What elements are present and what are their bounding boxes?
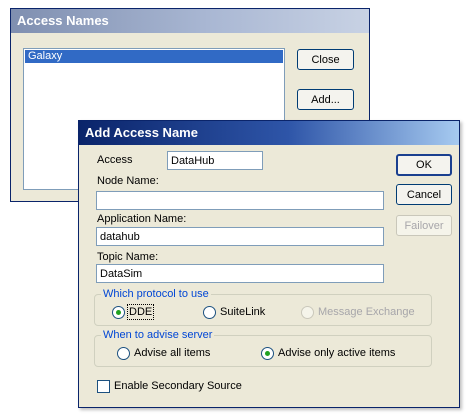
secondary-source-checkbox[interactable]	[97, 380, 110, 393]
access-field[interactable]: DataHub	[167, 151, 263, 170]
add-button[interactable]: Add...	[297, 89, 354, 110]
failover-button[interactable]: Failover	[396, 215, 452, 236]
protocol-group: Which protocol to use DDE SuiteLink Mess…	[94, 288, 432, 326]
advise-group: When to advise server Advise all items A…	[94, 329, 432, 367]
cancel-button[interactable]: Cancel	[396, 184, 452, 205]
dde-label[interactable]: DDE	[126, 304, 155, 320]
access-names-title: Access Names	[17, 13, 109, 28]
topic-name-label: Topic Name:	[97, 251, 159, 263]
access-label: Access	[97, 154, 133, 166]
node-name-field[interactable]	[96, 191, 384, 210]
advise-all-label[interactable]: Advise all items	[134, 347, 210, 359]
access-names-titlebar[interactable]: Access Names	[11, 9, 369, 33]
message-exchange-label[interactable]: Message Exchange	[318, 306, 415, 318]
list-item-label: Galaxy	[28, 50, 63, 62]
add-access-name-title: Add Access Name	[85, 125, 198, 140]
add-access-name-titlebar[interactable]: Add Access Name	[79, 121, 459, 145]
node-name-label: Node Name:	[97, 175, 159, 187]
list-item[interactable]: Galaxy	[25, 50, 283, 63]
close-button[interactable]: Close	[297, 49, 354, 70]
application-name-field[interactable]: datahub	[96, 227, 384, 246]
topic-name-field[interactable]: DataSim	[96, 264, 384, 283]
add-access-name-dialog: Add Access Name Access DataHub Node Name…	[78, 120, 460, 408]
suitelink-radio[interactable]	[203, 306, 216, 319]
advise-active-label[interactable]: Advise only active items	[278, 347, 395, 359]
advise-active-radio[interactable]	[261, 347, 274, 360]
dde-radio[interactable]	[112, 306, 125, 319]
application-name-label: Application Name:	[97, 213, 187, 225]
protocol-legend: Which protocol to use	[101, 288, 211, 300]
suitelink-label[interactable]: SuiteLink	[220, 306, 265, 318]
advise-all-radio[interactable]	[117, 347, 130, 360]
ok-button[interactable]: OK	[396, 154, 452, 176]
secondary-source-label[interactable]: Enable Secondary Source	[114, 380, 242, 392]
advise-legend: When to advise server	[101, 329, 215, 341]
message-exchange-radio[interactable]	[301, 306, 314, 319]
